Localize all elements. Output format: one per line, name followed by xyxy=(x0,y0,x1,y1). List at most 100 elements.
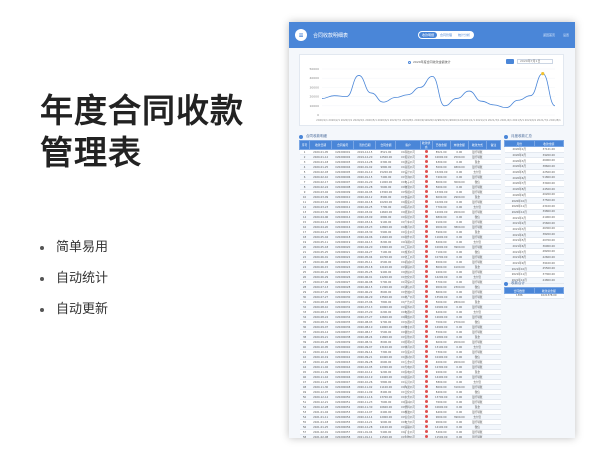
x-tick-label: 2020/4/1 xyxy=(353,118,365,122)
status-icon xyxy=(424,255,428,258)
status-icon xyxy=(424,235,428,238)
bullet-icon xyxy=(40,276,44,281)
line-chart: 0 10000 20000 30000 40000 50000 2020/1/1 2020/2… xyxy=(309,67,561,122)
tab-analysis[interactable]: 统计分析 xyxy=(455,32,473,38)
table-cell xyxy=(420,434,433,438)
promo-title: 年度合同收款管理表 xyxy=(40,91,244,172)
status-icon xyxy=(424,265,428,268)
settings-link[interactable]: 设置 xyxy=(563,33,569,37)
table-cell: 11500.00 xyxy=(432,434,451,438)
y-tick-label: 50000 xyxy=(309,67,319,71)
table-cell: 2021-02-08 xyxy=(309,434,332,438)
status-icon xyxy=(424,415,428,418)
x-tick-label: 2020/6/1 xyxy=(377,118,389,122)
status-icon xyxy=(424,240,428,243)
status-icon xyxy=(424,425,428,428)
x-tick-label: 2021/2/1 xyxy=(476,118,488,122)
section-title: 合同收款明细 xyxy=(299,133,501,140)
home-link[interactable]: 返回首页 xyxy=(543,33,555,37)
status-icon xyxy=(424,290,428,293)
section-icon xyxy=(504,134,508,139)
tab-contracts[interactable]: 合同管理 xyxy=(437,32,455,38)
x-tick-label: 2021/1/1 xyxy=(463,118,475,122)
status-icon xyxy=(424,320,428,323)
x-tick-label: 2020/5/1 xyxy=(365,118,377,122)
status-icon xyxy=(424,370,428,373)
status-icon xyxy=(424,165,428,168)
y-tick-label: 40000 xyxy=(309,76,319,80)
status-icon xyxy=(424,400,428,403)
status-icon xyxy=(424,355,428,358)
status-icon xyxy=(424,170,428,173)
status-icon xyxy=(424,225,428,228)
monthly-summary-table: 月份 收款金额 2020年1月 37121.00 2020年2月 39200.00 202… xyxy=(504,140,564,284)
column-header: 已收金额 xyxy=(431,140,451,150)
status-icon xyxy=(424,330,428,333)
receipts-table: 序号 收款日期 合同编号 签约日期 合同金额 客户 收款状态 已收金额 未收金额 收款方式 备注 1… xyxy=(298,140,502,438)
feature-label: 自动更新 xyxy=(56,301,109,317)
feature-label: 简单易用 xyxy=(56,239,109,255)
status-icon xyxy=(424,380,428,383)
period-select[interactable]: 2020年7月1日 xyxy=(517,59,553,64)
status-icon xyxy=(424,220,428,223)
feature-label: 自动统计 xyxy=(56,270,109,286)
monthly-summary-section: 月度收款汇总 月份 收款金额 2020年1月 37121.00 2020年2月 3920… xyxy=(504,133,564,284)
status-icon xyxy=(424,250,428,253)
table-cell: 1021378.00 xyxy=(534,293,564,299)
table-cell: XX生物公司 xyxy=(395,434,421,438)
section-title-text: 月度收款汇总 xyxy=(511,134,532,138)
status-icon xyxy=(424,385,428,388)
chart-controls: 2020年7月1日 xyxy=(506,59,553,64)
status-icon xyxy=(424,365,428,368)
legend-label: 2020年度合同收款金额统计 xyxy=(413,60,451,64)
refresh-button[interactable] xyxy=(506,59,514,64)
x-tick-label: 2020/1/1 xyxy=(316,118,328,122)
column-header: 签约日期 xyxy=(353,140,377,150)
status-icon xyxy=(424,300,428,303)
status-icon xyxy=(424,200,428,203)
status-icon xyxy=(424,210,428,213)
status-icon xyxy=(424,195,428,198)
tab-receipts[interactable]: 收款明细 xyxy=(419,32,438,38)
column-header: 合同编号 xyxy=(331,140,355,150)
status-icon xyxy=(424,430,428,433)
chart-panel: 0 10000 20000 30000 40000 50000 2020/1/1 2020/2… xyxy=(299,54,564,126)
x-tick-label: 2020/9/1 xyxy=(414,118,426,122)
section-icon xyxy=(299,134,303,139)
feature-item: 简单易用 xyxy=(40,232,108,263)
x-tick-label: 2020/3/1 xyxy=(341,118,353,122)
table-cell: 11500.00 xyxy=(375,434,396,438)
page: 年度合同收款管理表 简单易用 自动统计 自动更新 ≡ 合同收款明细表 收款明细 … xyxy=(0,0,600,460)
status-icon xyxy=(424,435,428,438)
status-icon xyxy=(424,190,428,193)
table-row[interactable]: 58 2021-02-08 C20200058 2021-01-11 11500.00 X… xyxy=(299,434,501,438)
status-icon xyxy=(424,335,428,338)
x-tick-label: 2020/2/1 xyxy=(328,118,340,122)
status-icon xyxy=(424,270,428,273)
y-tick-label: 30000 xyxy=(309,85,319,89)
table-row[interactable]: 1386 1021378.00 xyxy=(504,293,564,299)
status-icon xyxy=(424,285,428,288)
status-icon xyxy=(424,180,428,183)
x-tick-label: 2021/6/1 xyxy=(525,118,537,122)
x-tick-label: 2021/8/1 xyxy=(549,118,561,122)
app-header: ≡ 合同收款明细表 收款明细 合同管理 统计分析 返回首页 设置 xyxy=(289,22,575,48)
status-icon xyxy=(424,410,428,413)
status-icon xyxy=(424,345,428,348)
bullet-icon xyxy=(40,245,44,250)
x-tick-label: 2020/7/1 xyxy=(390,118,402,122)
column-header: 序号 xyxy=(298,140,311,150)
table-cell: 0.00 xyxy=(450,434,469,438)
status-icon xyxy=(424,360,428,363)
y-tick-label: 10000 xyxy=(309,104,319,108)
column-header: 客户 xyxy=(395,140,421,150)
section-title: 收款合计 xyxy=(504,280,564,287)
status-icon xyxy=(424,325,428,328)
status-icon xyxy=(424,150,428,153)
status-icon xyxy=(424,310,428,313)
table-cell: 58 xyxy=(299,434,310,438)
status-icon xyxy=(424,315,428,318)
status-icon xyxy=(424,405,428,408)
status-icon xyxy=(424,375,428,378)
status-icon xyxy=(424,230,428,233)
